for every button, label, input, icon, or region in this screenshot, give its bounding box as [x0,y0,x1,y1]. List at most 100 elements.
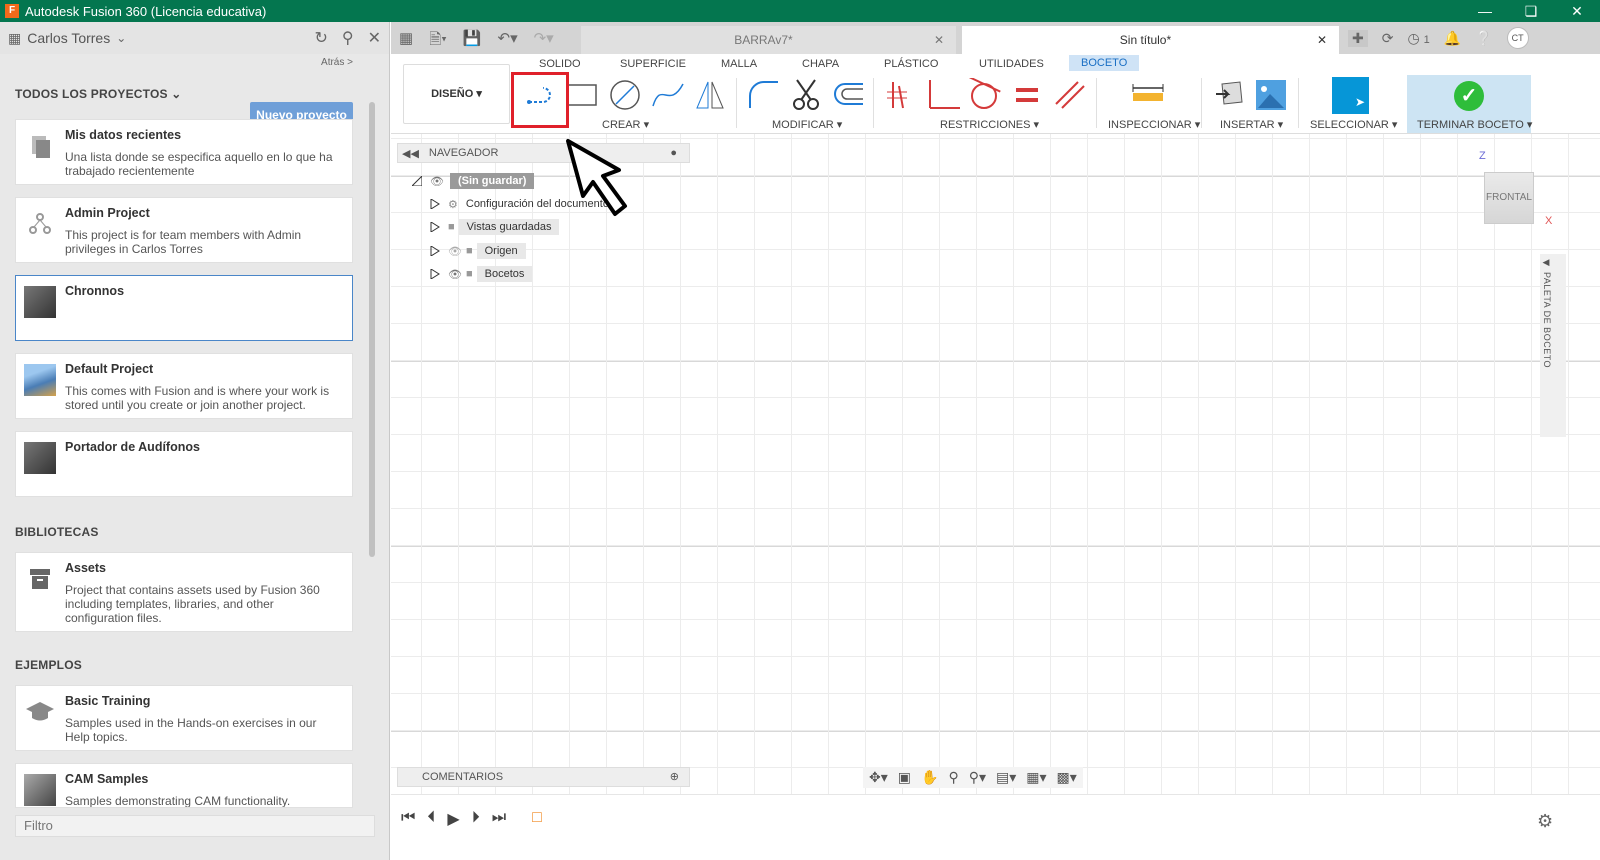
close-icon[interactable]: ✕ [1554,0,1600,22]
tab-utilidades[interactable]: UTILIDADES [979,58,1044,70]
project-card-chronnos[interactable]: Chronnos [15,275,353,341]
inspect-group-label[interactable]: INSPECCIONAR ▾ [1108,118,1200,131]
viewports-icon[interactable]: ▩▾ [1057,769,1077,786]
measure-tool-icon[interactable] [1131,78,1165,112]
select-group-label[interactable]: SELECCIONAR ▾ [1310,118,1397,131]
eye-icon[interactable]: 👁 [430,175,444,188]
tab-sin-titulo[interactable]: Sin título* ✕ [962,26,1339,54]
eye-icon[interactable]: 👁 [448,268,462,281]
notifications-icon[interactable]: 🔔 [1444,30,1461,47]
minus-icon[interactable]: ● [670,147,677,159]
modify-group-label[interactable]: MODIFICAR ▾ [772,118,842,131]
sketch-canvas[interactable] [391,134,1600,794]
tab-plastico[interactable]: PLÁSTICO [884,58,938,70]
zoom-icon[interactable]: ⚲ [948,769,958,786]
documents-icon [24,130,56,162]
close-panel-icon[interactable]: ✕ [368,28,381,48]
search-icon[interactable]: ⚲ [342,28,354,48]
filter-input[interactable]: Filtro [15,815,375,837]
play-icon[interactable]: ▶ [447,809,459,829]
collapse-browser-icon[interactable]: ◀◀ [402,147,419,160]
timeline-sketch-marker-icon[interactable]: □ [532,809,542,829]
panel-scrollbar[interactable] [369,102,375,557]
equal-constraint-icon[interactable] [1010,78,1044,112]
avatar[interactable]: CT [1506,27,1529,49]
tab-boceto[interactable]: BOCETO [1069,55,1140,71]
grid-menu-icon[interactable]: ▦ [399,29,413,54]
restore-icon[interactable]: ❏ [1508,0,1554,22]
eye-hidden-icon[interactable]: 👁 [448,245,462,258]
chevron-down-icon[interactable]: ⌄ [116,31,126,45]
horizontal-vertical-constraint-icon[interactable] [883,78,917,112]
browser-item-sketches[interactable]: 👁 ■ Bocetos [430,264,533,284]
circle-tool-icon[interactable] [608,78,642,112]
step-forward-icon[interactable]: ⏵ [472,809,480,829]
go-to-end-icon[interactable]: ⏭ [492,809,506,829]
parallel-constraint-icon[interactable] [1052,78,1086,112]
comments-panel[interactable]: COMENTARIOS ⊕ [397,767,690,787]
save-icon[interactable]: 💾 [463,29,482,54]
trim-tool-icon[interactable] [789,78,823,112]
example-card-basic-training[interactable]: Basic Training Samples used in the Hands… [15,685,353,751]
new-tab-icon[interactable]: ✚ [1348,29,1368,47]
add-comment-icon[interactable]: ⊕ [670,770,679,783]
viewcube[interactable]: FRONTAL [1484,172,1534,224]
tab-chapa[interactable]: CHAPA [802,58,839,70]
close-tab-icon[interactable]: ✕ [1317,33,1327,47]
help-icon[interactable]: ❔ [1475,30,1492,47]
job-status-icon[interactable]: ◷ 1 [1407,30,1429,47]
create-group-label[interactable]: CREAR ▾ [602,118,649,131]
pan-icon[interactable]: ✋ [921,769,938,786]
browser-item-views[interactable]: ■ Vistas guardadas [430,217,560,237]
display-settings-icon[interactable]: ▤▾ [996,769,1016,786]
constraints-group-label[interactable]: RESTRICCIONES ▾ [940,118,1039,131]
refresh-icon[interactable]: ↻ [314,28,327,48]
workspace-dropdown[interactable]: DISEÑO ▾ [403,64,510,124]
undo-icon[interactable]: ↶▾ [498,29,518,54]
go-to-start-icon[interactable]: ⏮ [401,809,415,829]
insert-canvas-icon[interactable] [1254,78,1288,112]
tangent-constraint-icon[interactable] [968,78,1002,112]
gear-icon[interactable]: ⚙ [1537,811,1553,832]
all-projects-dropdown[interactable]: TODOS LOS PROYECTOS ⌄ [15,87,182,101]
sketch-palette-tab[interactable]: ◀ PALETA DE BOCETO [1540,254,1566,437]
online-status-icon[interactable]: ⟳ [1382,30,1394,47]
perpendicular-constraint-icon[interactable] [926,78,960,112]
spline-tool-icon[interactable] [651,78,685,112]
file-icon[interactable]: 🗎▾ [429,29,447,54]
project-card-default[interactable]: Default Project This comes with Fusion a… [15,353,353,419]
data-panel-header: ▦ Carlos Torres ⌄ ↻ ⚲ ✕ [0,22,389,54]
project-card-audifonos[interactable]: Portador de Audífonos [15,431,353,497]
fit-icon[interactable]: ⚲▾ [969,769,986,786]
tab-solido[interactable]: SOLIDO [539,58,581,70]
rectangle-tool-icon[interactable] [566,78,600,112]
project-name: Admin Project [65,206,150,220]
example-card-cam-samples[interactable]: CAM Samples Samples demonstrating CAM fu… [15,763,353,808]
fillet-tool-icon[interactable] [746,78,780,112]
project-card-admin[interactable]: Admin Project This project is for team m… [15,197,353,263]
step-back-icon[interactable]: ⏴ [427,809,435,829]
look-at-icon[interactable]: ▣ [898,769,911,786]
tab-barra[interactable]: BARRAv7* ✕ [581,26,956,54]
orbit-icon[interactable]: ✥▾ [869,769,888,786]
insert-group-label[interactable]: INSERTAR ▾ [1220,118,1283,131]
browser-item-origin[interactable]: 👁 ■ Origen [430,241,526,261]
user-dropdown[interactable]: Carlos Torres [27,30,110,46]
expand-palette-icon[interactable]: ◀ [1542,258,1552,269]
select-tool-button[interactable]: ➤ [1332,77,1369,114]
insert-derive-icon[interactable] [1214,78,1248,112]
browser-header[interactable]: ◀◀ NAVEGADOR ● [397,143,690,163]
library-card-assets[interactable]: Assets Project that contains assets used… [15,552,353,632]
minimize-icon[interactable]: — [1462,0,1508,22]
close-tab-icon[interactable]: ✕ [934,33,944,47]
browser-root[interactable]: 👁 (Sin guardar) [412,171,535,191]
tab-malla[interactable]: MALLA [721,58,757,70]
project-card-recent[interactable]: Mis datos recientes Una lista donde se e… [15,119,353,185]
grid-settings-icon[interactable]: ▦▾ [1026,769,1046,786]
offset-tool-icon[interactable] [831,78,865,112]
finish-sketch-label[interactable]: TERMINAR BOCETO ▾ [1417,118,1532,131]
back-link[interactable]: Atrás > [321,57,353,68]
redo-icon[interactable]: ↷▾ [534,29,554,54]
mirror-tool-icon[interactable] [693,78,727,112]
tab-superficie[interactable]: SUPERFICIE [620,58,686,70]
